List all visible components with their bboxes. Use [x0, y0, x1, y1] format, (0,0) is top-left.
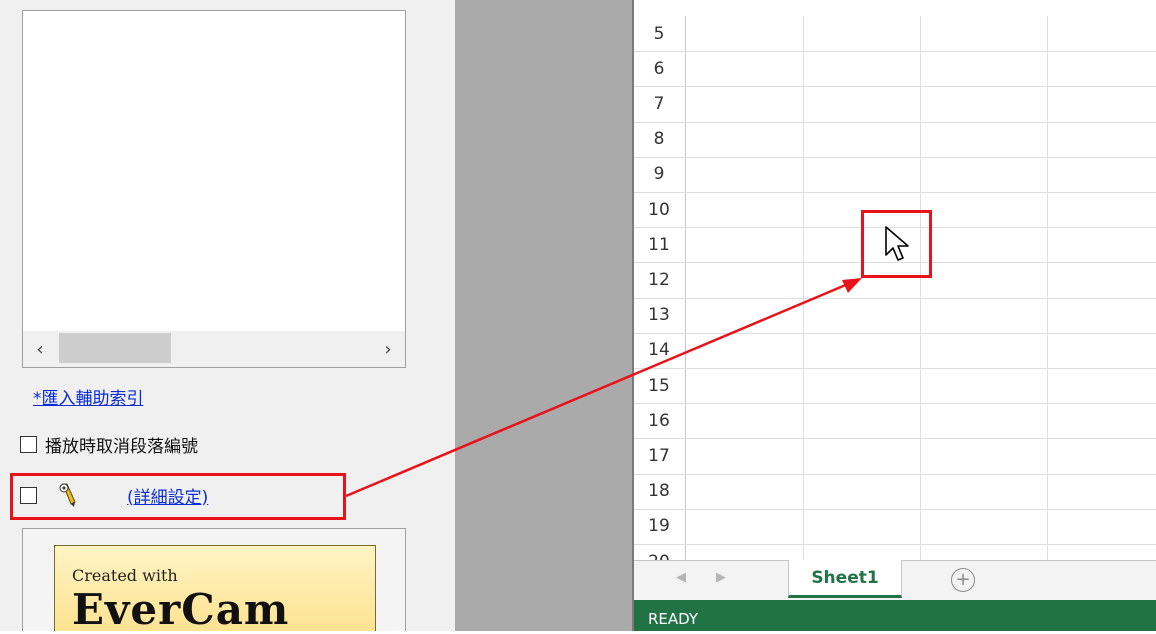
row-gridline [686, 544, 1156, 545]
row-number[interactable]: 14 [640, 333, 678, 368]
row-gridline [686, 508, 1156, 510]
spreadsheet-grid[interactable] [634, 0, 1156, 600]
row-gridline [686, 121, 1156, 123]
row-gridline [686, 86, 1156, 88]
logo-small-text: Created with [72, 566, 178, 585]
import-index-link[interactable]: *匯入輔助索引 [33, 384, 144, 409]
scroll-right-icon[interactable]: › [371, 331, 405, 367]
scroll-left-icon[interactable]: ‹ [23, 331, 57, 367]
row-gridline [686, 156, 1156, 158]
tab-sheet1[interactable]: Sheet1 [788, 560, 902, 598]
row-number[interactable]: 8 [640, 122, 678, 157]
status-text: READY [648, 610, 699, 628]
row-number[interactable]: 17 [640, 438, 678, 473]
row-gridline [686, 192, 1156, 193]
row-gridline [686, 438, 1156, 440]
column-gridline [803, 16, 804, 560]
cancel-paragraph-row: 播放時取消段落編號 [20, 432, 198, 457]
row-number[interactable]: 13 [640, 298, 678, 333]
row-number[interactable]: 15 [640, 368, 678, 403]
cancel-paragraph-label: 播放時取消段落編號 [45, 437, 198, 457]
add-sheet-icon[interactable]: + [951, 568, 975, 592]
row-number[interactable]: 16 [640, 403, 678, 438]
row-number[interactable]: 5 [640, 16, 678, 51]
column-gridline [1047, 16, 1048, 560]
highlight-box-settings [10, 473, 346, 520]
column-gridline [920, 16, 921, 560]
mouse-cursor-icon [885, 226, 909, 261]
row-number[interactable]: 10 [640, 192, 678, 227]
cancel-paragraph-checkbox[interactable] [20, 436, 37, 453]
row-number[interactable]: 12 [640, 262, 678, 297]
index-list-box[interactable] [22, 10, 406, 368]
next-sheet-icon[interactable]: ▶ [716, 570, 726, 585]
logo-big-text: EverCam [72, 585, 290, 634]
row-number[interactable]: 19 [640, 509, 678, 544]
scroll-thumb[interactable] [59, 333, 171, 363]
prev-sheet-icon[interactable]: ◀ [676, 570, 686, 585]
row-gridline [686, 332, 1156, 334]
row-gridline [686, 51, 1156, 53]
row-number[interactable]: 18 [640, 474, 678, 509]
row-gridline [686, 297, 1156, 299]
row-gridline [686, 473, 1156, 475]
row-gridline [686, 403, 1156, 405]
row-number[interactable]: 11 [640, 227, 678, 262]
horizontal-scrollbar[interactable]: ‹ › [23, 331, 405, 367]
row-number[interactable]: 6 [640, 51, 678, 86]
row-number[interactable]: 7 [640, 86, 678, 121]
row-number[interactable]: 9 [640, 157, 678, 192]
status-bar [634, 600, 1156, 631]
row-gridline [686, 368, 1156, 369]
window-gap [455, 0, 633, 631]
